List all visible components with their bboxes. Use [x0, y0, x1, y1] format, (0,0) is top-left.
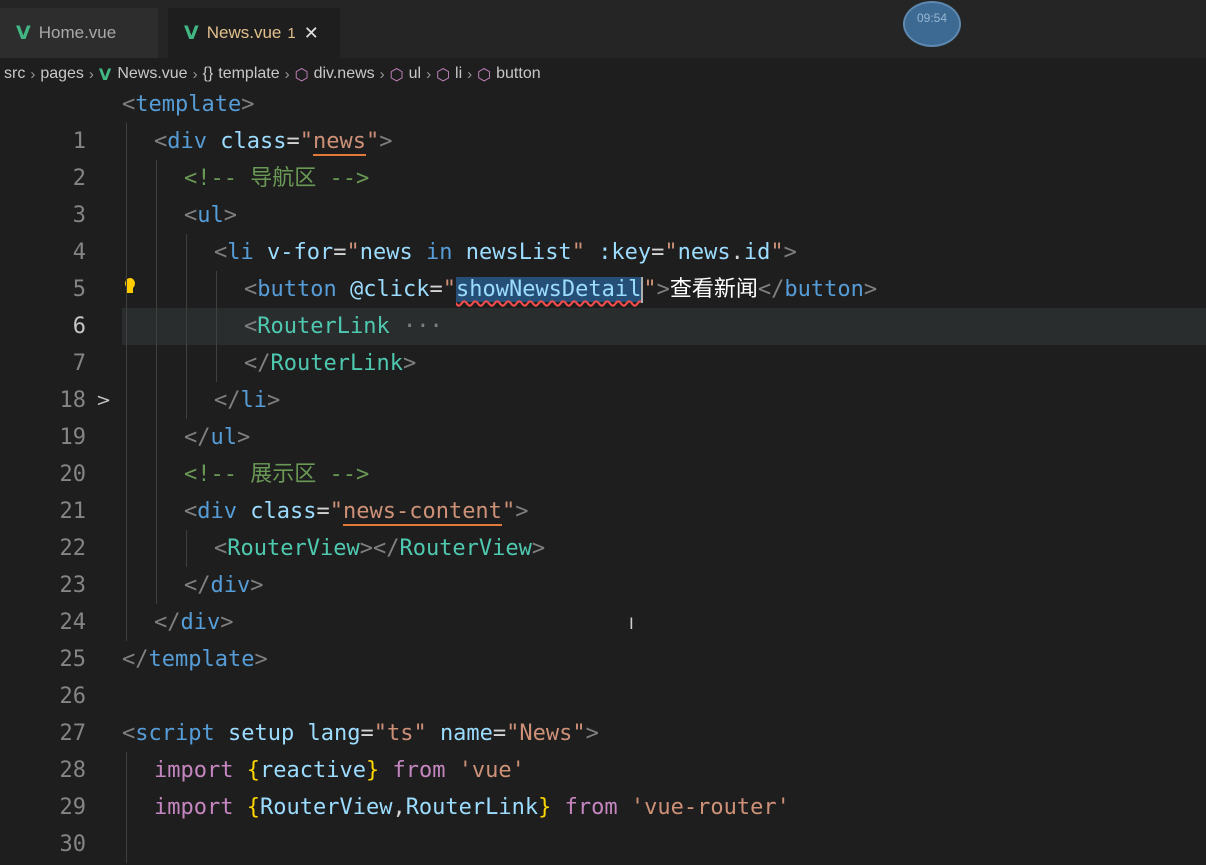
code-text: <button @click="showNewsDetail">查看新闻</bu…: [244, 277, 878, 303]
timer-badge: 09:54: [903, 1, 961, 47]
cube-icon: ⬡: [436, 64, 451, 84]
code-text: import {RouterView,RouterLink} from 'vue…: [154, 795, 790, 820]
code-text: </template>: [122, 647, 268, 672]
button-text: 查看新闻: [669, 277, 758, 302]
code-line[interactable]: 19 </li>: [0, 382, 1206, 450]
vue-icon: V: [184, 22, 199, 44]
code-line[interactable]: 20 </ul>: [0, 419, 1206, 487]
code-text: </ul>: [184, 425, 251, 450]
vue-icon: V: [98, 64, 112, 84]
code-line[interactable]: 23 <RouterView></RouterView>: [0, 530, 1206, 598]
breadcrumb-src[interactable]: src: [4, 65, 25, 83]
vue-icon: V: [16, 22, 31, 44]
braces-icon: {}: [202, 65, 214, 82]
code-line-folded[interactable]: 7 > <RouterLink ···: [0, 308, 1206, 411]
breadcrumb-ul[interactable]: ul: [409, 65, 421, 83]
code-line[interactable]: 4 <ul>: [0, 197, 1206, 265]
text-cursor-icon: I: [629, 614, 634, 633]
breadcrumb-div[interactable]: div.news: [314, 65, 375, 83]
code-line[interactable]: 28 <script setup lang="ts" name="News">: [0, 715, 1206, 783]
code-text: <li v-for="news in newsList" :key="news.…: [214, 240, 797, 265]
code-text: <RouterLink ···: [244, 314, 443, 339]
code-text: <div class="news-content">: [184, 499, 529, 526]
chevron-right-icon: ›: [284, 65, 290, 83]
breadcrumb-li[interactable]: li: [455, 65, 462, 83]
code-line[interactable]: 21 <!-- 展示区 -->: [0, 456, 1206, 524]
code-text: </div>: [154, 610, 234, 635]
code-text: <div class="news">: [154, 129, 393, 156]
code-text: import {reactive} from 'vue': [154, 758, 525, 783]
breadcrumb-file[interactable]: News.vue: [117, 65, 187, 83]
code-text: <ul>: [184, 203, 237, 228]
code-line[interactable]: 29 import {reactive} from 'vue': [0, 752, 1206, 820]
tab-home-vue[interactable]: V Home.vue: [0, 8, 158, 58]
breadcrumb-pages[interactable]: pages: [40, 65, 84, 83]
breadcrumb-button[interactable]: button: [496, 65, 540, 83]
close-icon[interactable]: ✕: [304, 23, 319, 44]
code-line[interactable]: 22 <div class="news-content">: [0, 493, 1206, 561]
cube-icon: ⬡: [294, 64, 309, 84]
code-line[interactable]: 18 </RouterLink>: [0, 345, 1206, 413]
html-comment: <!-- 展示区 -->: [184, 462, 370, 487]
code-text: </RouterLink>: [244, 351, 417, 376]
chevron-right-icon: ›: [192, 65, 198, 83]
code-line[interactable]: 1 <template>: [0, 86, 1206, 154]
tab-label: News.vue: [206, 23, 282, 42]
breadcrumb-template[interactable]: template: [218, 65, 279, 83]
code-line[interactable]: 3 <!-- 导航区 -->: [0, 160, 1206, 228]
code-line[interactable]: 31: [0, 826, 1206, 863]
code-text: <script setup lang="ts" name="News">: [122, 721, 599, 746]
cube-icon: ⬡: [477, 64, 492, 84]
chevron-right-icon: ›: [88, 65, 94, 83]
chevron-right-icon: ›: [379, 65, 385, 83]
chevron-right-icon: ›: [30, 65, 36, 83]
folded-ellipsis: ···: [402, 314, 443, 339]
tab-label: Home.vue: [38, 23, 117, 42]
code-text: <template>: [122, 92, 255, 117]
code-editor[interactable]: 1 <template> 2 <div class="news"> 3 <!--…: [0, 86, 1206, 865]
code-text: </li>: [214, 388, 281, 413]
code-line[interactable]: 26 </template>: [0, 641, 1206, 709]
chevron-right-icon: ›: [426, 65, 432, 83]
tab-news-vue[interactable]: V News.vue 1 ✕: [168, 8, 340, 58]
code-line[interactable]: 24 </div>: [0, 567, 1206, 635]
code-line-current[interactable]: 6 <button @click="showNewsDetail">查看新闻</…: [0, 271, 1206, 339]
cube-icon: ⬡: [389, 64, 404, 84]
code-line[interactable]: 27: [0, 678, 1206, 746]
code-line[interactable]: 25 </div>: [0, 604, 1206, 672]
code-text: </div>: [184, 573, 264, 598]
problem-count-badge: 1: [287, 24, 296, 42]
code-text: <RouterView></RouterView>: [214, 536, 546, 561]
chevron-right-icon: ›: [467, 65, 473, 83]
code-line[interactable]: 30 import {RouterView,RouterLink} from '…: [0, 789, 1206, 857]
code-line[interactable]: 5 <li v-for="news in newsList" :key="new…: [0, 234, 1206, 302]
html-comment: <!-- 导航区 -->: [184, 166, 370, 191]
code-line[interactable]: 2 <div class="news">: [0, 123, 1206, 191]
editor-tab-bar: V Home.vue V News.vue 1 ✕ 09:54: [0, 0, 1206, 58]
